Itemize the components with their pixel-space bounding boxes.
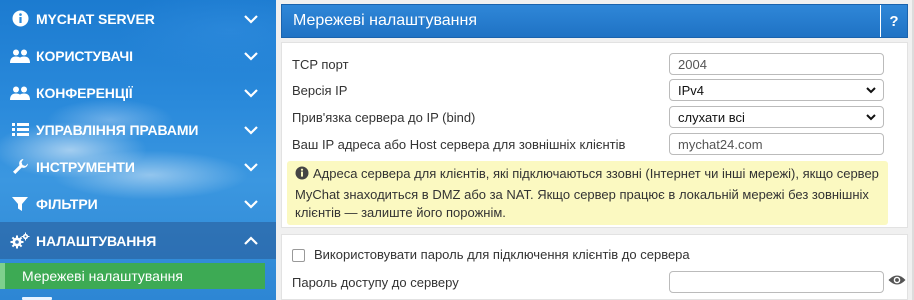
ip-version-label: Версія IP: [292, 82, 348, 98]
network-settings-form: TCP порт 2004 Версія IP IPv4 Прив'язка с…: [281, 42, 908, 228]
tcp-port-label: TCP порт: [292, 56, 349, 72]
sidebar-item-label: КОНФЕРЕНЦІЇ: [36, 84, 133, 101]
tcp-port-input[interactable]: 2004: [669, 53, 884, 75]
ip-version-row: Версія IP: [292, 78, 347, 102]
help-button[interactable]: ?: [880, 5, 907, 37]
info-icon: [10, 9, 30, 29]
password-input[interactable]: [669, 271, 884, 293]
chevron-down-icon: [240, 46, 262, 66]
sidebar-item-label: ІНСТРУМЕНТИ: [36, 158, 135, 175]
main-content: Мережеві налаштування ? TCP порт 2004 Ве…: [276, 0, 914, 300]
ip-version-value: IPv4: [678, 82, 705, 98]
bind-select[interactable]: слухати всі: [669, 106, 884, 128]
wrench-icon: [10, 157, 30, 177]
chevron-up-icon: [240, 231, 262, 251]
tcp-port-row: TCP порт: [292, 52, 349, 76]
info-circle-icon: [295, 166, 309, 186]
bind-row: Прив'язка сервера до IP (bind): [292, 105, 475, 129]
chevron-down-icon: [240, 157, 262, 177]
host-row: Ваш IP адреса або Host сервера для зовні…: [292, 132, 625, 156]
bind-value: слухати всі: [678, 109, 745, 125]
filter-icon: [10, 194, 30, 214]
use-password-checkbox[interactable]: [292, 249, 305, 262]
password-section: Використовувати пароль для підключення к…: [281, 234, 908, 300]
panel-header: Мережеві налаштування ?: [281, 4, 908, 38]
sidebar-item-label: ФІЛЬТРИ: [36, 195, 98, 212]
host-input[interactable]: mychat24.com: [669, 133, 884, 155]
chevron-down-icon: [865, 111, 877, 123]
password-label: Пароль доступу до серверу: [292, 275, 459, 290]
eye-icon[interactable]: [888, 273, 906, 287]
bind-label: Прив'язка сервера до IP (bind): [292, 109, 476, 125]
list-icon: [10, 120, 30, 140]
sidebar-item-label: УПРАВЛІННЯ ПРАВАМИ: [36, 121, 199, 138]
use-password-label: Використовувати пароль для підключення к…: [314, 247, 690, 262]
sidebar-item-label: MYCHAT SERVER: [36, 10, 155, 27]
sidebar: MYCHAT SERVER КОРИСТУВАЧІ КОНФЕРЕНЦІЇ УП…: [0, 0, 276, 300]
chevron-down-icon: [240, 120, 262, 140]
sidebar-subitem-network-settings[interactable]: Мережеві налаштування: [5, 263, 265, 289]
chevron-down-icon: [240, 9, 262, 29]
sidebar-item-label: НАЛАШТУВАННЯ: [36, 232, 157, 249]
sidebar-item-mychat-server[interactable]: MYCHAT SERVER: [0, 0, 276, 37]
sidebar-item-tools[interactable]: ІНСТРУМЕНТИ: [0, 148, 276, 185]
sidebar-item-users[interactable]: КОРИСТУВАЧІ: [0, 37, 276, 74]
info-note-text: Адреса сервера для клієнтів, які підключ…: [295, 166, 879, 220]
sidebar-item-filters[interactable]: ФІЛЬТРИ: [0, 185, 276, 222]
sidebar-item-settings[interactable]: НАЛАШТУВАННЯ: [0, 222, 276, 259]
sidebar-item-conferences[interactable]: КОНФЕРЕНЦІЇ: [0, 74, 276, 111]
ip-version-select[interactable]: IPv4: [669, 79, 884, 101]
gears-icon: [10, 231, 30, 251]
host-label: Ваш IP адреса або Host сервера для зовні…: [292, 136, 626, 152]
chevron-down-icon: [240, 194, 262, 214]
chevron-down-icon: [240, 83, 262, 103]
sidebar-subitem-label: Мережеві налаштування: [22, 268, 183, 284]
info-note: Адреса сервера для клієнтів, які підключ…: [287, 161, 888, 225]
users-icon: [10, 83, 30, 103]
page-title: Мережеві налаштування: [293, 12, 477, 29]
sidebar-item-rights[interactable]: УПРАВЛІННЯ ПРАВАМИ: [0, 111, 276, 148]
users-icon: [10, 46, 30, 66]
sidebar-item-label: КОРИСТУВАЧІ: [36, 47, 133, 64]
sidebar-subitem-partial: [22, 294, 82, 300]
chevron-down-icon: [865, 84, 877, 96]
